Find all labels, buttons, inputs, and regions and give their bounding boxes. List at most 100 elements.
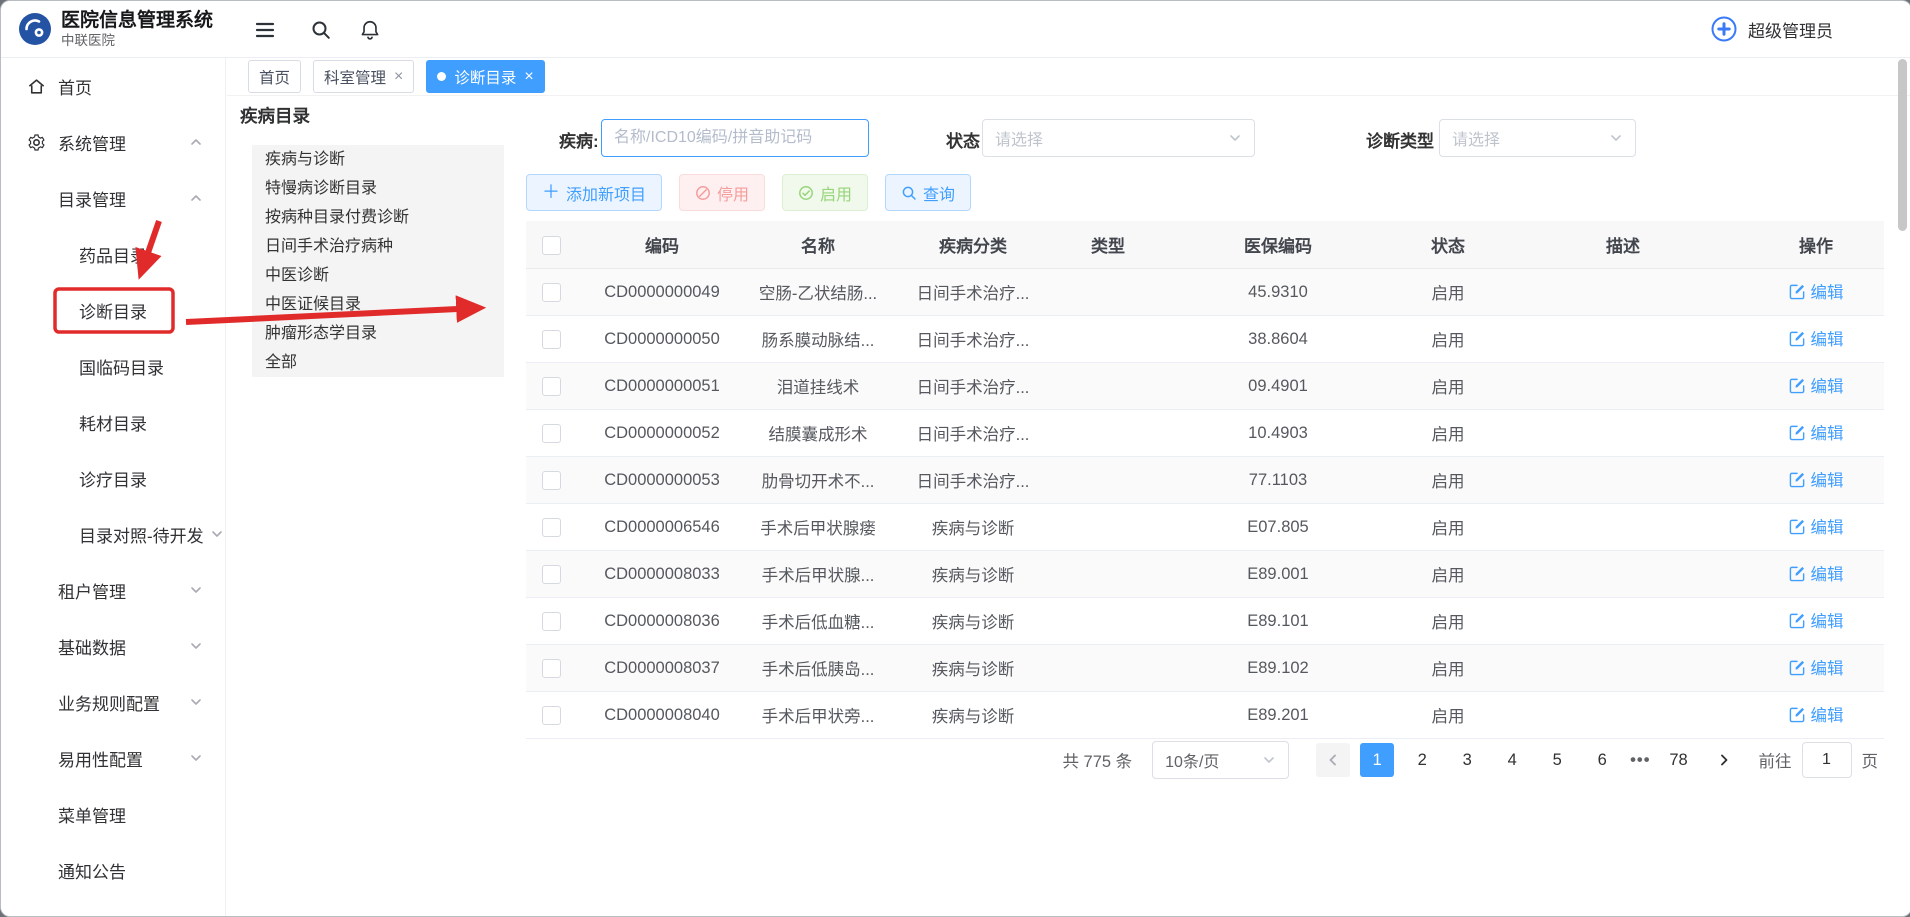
page-button-4[interactable]: 4 xyxy=(1495,743,1529,777)
sidebar-item-home[interactable]: 首页 xyxy=(1,58,225,114)
table-row[interactable]: CD0000000051 泪道挂线术 日间手术治疗... 09.4901 启用 … xyxy=(526,363,1884,410)
edit-button[interactable]: 编辑 xyxy=(1789,326,1844,350)
row-checkbox[interactable] xyxy=(542,471,561,490)
sidebar-item-basic-data[interactable]: 基础数据 xyxy=(1,618,225,674)
disable-button[interactable]: 停用 xyxy=(679,174,765,211)
row-checkbox[interactable] xyxy=(542,565,561,584)
table-row[interactable]: CD0000000050 肠系膜动脉结... 日间手术治疗... 38.8604… xyxy=(526,316,1884,363)
cell-name: 泪道挂线术 xyxy=(748,363,888,410)
catalog-item[interactable]: 特慢病诊断目录 xyxy=(252,174,504,203)
table-row[interactable]: CD0000000052 结膜囊成形术 日间手术治疗... 10.4903 启用… xyxy=(526,410,1884,457)
close-icon[interactable]: × xyxy=(394,69,403,85)
tab-home[interactable]: 首页 xyxy=(248,60,301,93)
cell-name: 手术后甲状旁... xyxy=(748,692,888,739)
cell-category: 疾病与诊断 xyxy=(888,692,1058,739)
cell-code: CD0000000051 xyxy=(576,363,748,410)
cell-name: 肠系膜动脉结... xyxy=(748,316,888,363)
sidebar-item-catalog-compare[interactable]: 目录对照-待开发 xyxy=(1,506,225,562)
cell-code: CD0000006546 xyxy=(576,504,748,551)
sidebar-item-national-code-catalog[interactable]: 国临码目录 xyxy=(1,338,225,394)
cell-status: 启用 xyxy=(1398,269,1498,316)
query-button[interactable]: 查询 xyxy=(885,174,971,211)
row-checkbox[interactable] xyxy=(542,706,561,725)
cell-name: 空肠-乙状结肠... xyxy=(748,269,888,316)
page-button-78[interactable]: 78 xyxy=(1662,743,1696,777)
search-icon[interactable] xyxy=(307,16,335,44)
page-button-1[interactable]: 1 xyxy=(1360,743,1394,777)
notification-bell-icon[interactable] xyxy=(356,16,384,44)
row-checkbox[interactable] xyxy=(542,518,561,537)
edit-button[interactable]: 编辑 xyxy=(1789,608,1844,632)
add-item-button[interactable]: ＋ 添加新项目 xyxy=(526,174,662,211)
sidebar-item-business-rules-config[interactable]: 业务规则配置 xyxy=(1,674,225,730)
edit-icon xyxy=(1789,283,1806,300)
collapse-menu-icon[interactable] xyxy=(251,16,279,44)
table-row[interactable]: CD0000008040 手术后甲状旁... 疾病与诊断 E89.201 启用 … xyxy=(526,692,1884,739)
cell-category: 日间手术治疗... xyxy=(888,457,1058,504)
edit-button[interactable]: 编辑 xyxy=(1789,561,1844,585)
cell-status: 启用 xyxy=(1398,457,1498,504)
row-checkbox[interactable] xyxy=(542,330,561,349)
page-button-5[interactable]: 5 xyxy=(1540,743,1574,777)
page-button-6[interactable]: 6 xyxy=(1585,743,1619,777)
edit-button[interactable]: 编辑 xyxy=(1789,467,1844,491)
edit-button[interactable]: 编辑 xyxy=(1789,373,1844,397)
catalog-item[interactable]: 按病种目录付费诊断 xyxy=(252,203,504,232)
prev-page-button[interactable] xyxy=(1316,743,1350,777)
disease-search-input[interactable] xyxy=(601,119,869,157)
page-button-2[interactable]: 2 xyxy=(1405,743,1439,777)
tab-diagnosis-catalog[interactable]: 诊断目录 × xyxy=(426,60,544,93)
edit-icon xyxy=(1789,612,1806,629)
table-row[interactable]: CD0000008037 手术后低胰岛... 疾病与诊断 E89.102 启用 … xyxy=(526,645,1884,692)
catalog-item[interactable]: 日间手术治疗病种 xyxy=(252,232,504,261)
edit-button[interactable]: 编辑 xyxy=(1789,279,1844,303)
edit-button[interactable]: 编辑 xyxy=(1789,702,1844,726)
edit-button[interactable]: 编辑 xyxy=(1789,514,1844,538)
table-row[interactable]: CD0000008036 手术后低血糖... 疾病与诊断 E89.101 启用 … xyxy=(526,598,1884,645)
close-icon[interactable]: × xyxy=(524,69,533,85)
catalog-item[interactable]: 疾病与诊断 xyxy=(252,145,504,174)
enable-button[interactable]: 启用 xyxy=(782,174,868,211)
vertical-scrollbar[interactable] xyxy=(1898,59,1907,231)
row-checkbox[interactable] xyxy=(542,283,561,302)
sidebar-item-drug-catalog[interactable]: 药品目录 xyxy=(1,226,225,282)
sidebar-item-catalog-management[interactable]: 目录管理 xyxy=(1,170,225,226)
user-name: 超级管理员 xyxy=(1748,17,1833,42)
edit-button[interactable]: 编辑 xyxy=(1789,420,1844,444)
table-row[interactable]: CD0000008033 手术后甲状腺... 疾病与诊断 E89.001 启用 … xyxy=(526,551,1884,598)
sidebar-item-system-management[interactable]: 系统管理 xyxy=(1,114,225,170)
chevron-down-icon xyxy=(1228,131,1242,145)
magnifier-icon xyxy=(901,185,917,201)
diagnosis-type-select[interactable]: 请选择 xyxy=(1439,119,1636,157)
catalog-item[interactable]: 中医证候目录 xyxy=(252,290,504,319)
more-pages-icon[interactable]: ••• xyxy=(1630,751,1650,770)
sidebar-item-treatment-catalog[interactable]: 诊疗目录 xyxy=(1,450,225,506)
page-size-select[interactable]: 10条/页 xyxy=(1152,741,1289,779)
catalog-item[interactable]: 中医诊断 xyxy=(252,261,504,290)
cell-type xyxy=(1058,269,1158,316)
sidebar-item-notice[interactable]: 通知公告 xyxy=(1,842,225,898)
row-checkbox[interactable] xyxy=(542,659,561,678)
row-checkbox[interactable] xyxy=(542,612,561,631)
table-row[interactable]: CD0000000049 空肠-乙状结肠... 日间手术治疗... 45.931… xyxy=(526,269,1884,316)
row-checkbox[interactable] xyxy=(542,377,561,396)
tab-department-management[interactable]: 科室管理 × xyxy=(313,60,414,93)
sidebar-item-diagnosis-catalog[interactable]: 诊断目录 xyxy=(1,282,225,338)
sidebar-item-menu-management[interactable]: 菜单管理 xyxy=(1,786,225,842)
table-row[interactable]: CD0000006546 手术后甲状腺瘘 疾病与诊断 E07.805 启用 编辑 xyxy=(526,504,1884,551)
catalog-item[interactable]: 全部 xyxy=(252,348,504,377)
next-page-button[interactable] xyxy=(1707,743,1741,777)
user-menu[interactable]: 超级管理员 xyxy=(1710,1,1833,57)
table-row[interactable]: CD0000000053 肋骨切开术不... 日间手术治疗... 77.1103… xyxy=(526,457,1884,504)
page-button-3[interactable]: 3 xyxy=(1450,743,1484,777)
sidebar-item-consumable-catalog[interactable]: 耗材目录 xyxy=(1,394,225,450)
sidebar-item-usability-config[interactable]: 易用性配置 xyxy=(1,730,225,786)
chevron-down-icon xyxy=(189,639,203,653)
sidebar-item-tenant-management[interactable]: 租户管理 xyxy=(1,562,225,618)
catalog-item[interactable]: 肿瘤形态学目录 xyxy=(252,319,504,348)
select-all-checkbox[interactable] xyxy=(542,236,561,255)
status-select[interactable]: 请选择 xyxy=(982,119,1255,157)
edit-button[interactable]: 编辑 xyxy=(1789,655,1844,679)
goto-page-input[interactable] xyxy=(1802,742,1852,778)
row-checkbox[interactable] xyxy=(542,424,561,443)
